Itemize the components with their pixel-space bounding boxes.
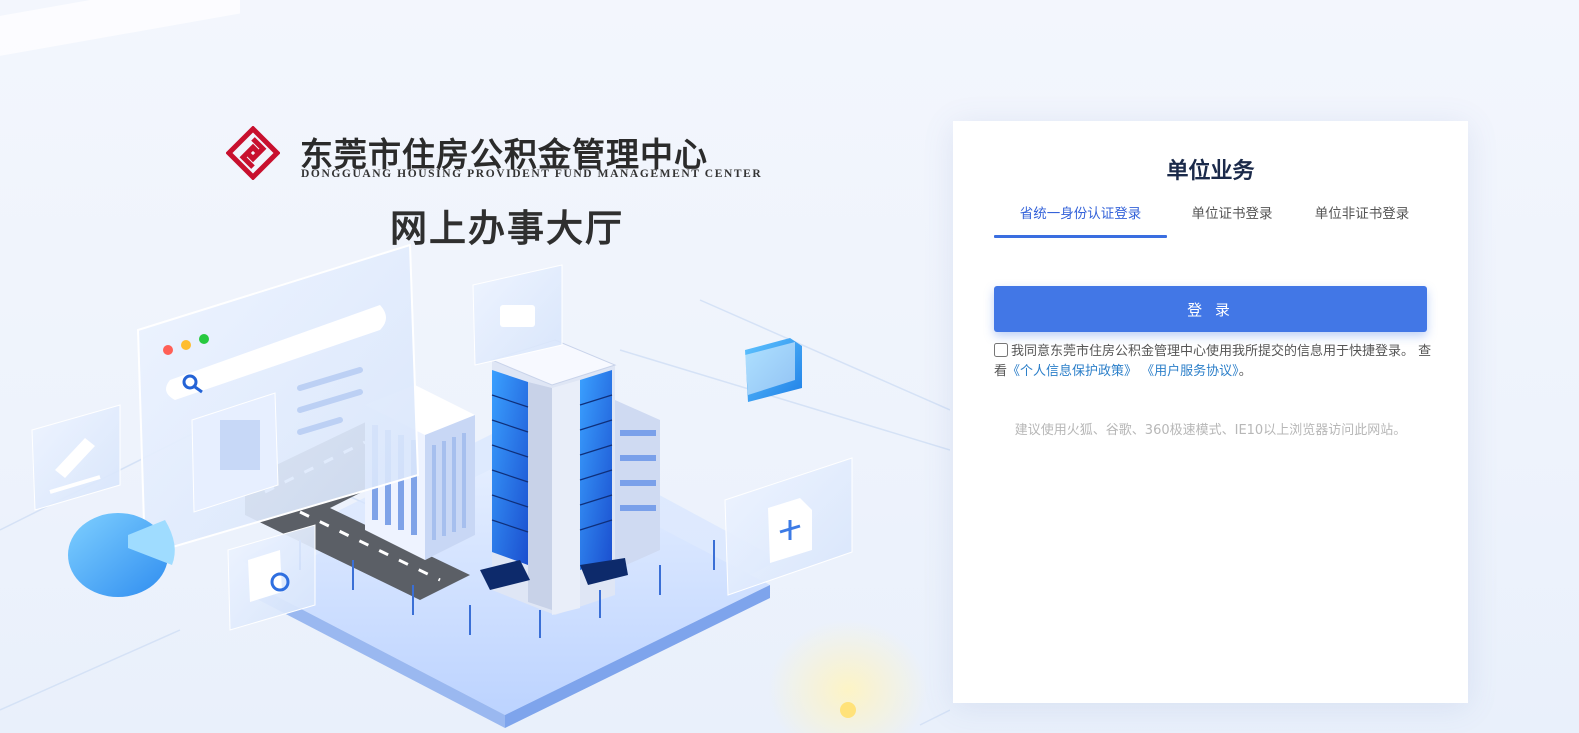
pie-chart-icon (68, 513, 175, 597)
browser-hint: 建议使用火狐、谷歌、360极速模式、IE10以上浏览器访问此网站。 (1014, 423, 1407, 438)
pen-icon (31, 404, 121, 511)
lightbulb-icon (768, 620, 928, 733)
card-title: 单位业务 (1166, 159, 1255, 184)
logo-icon (226, 126, 280, 180)
login-button[interactable]: 登 录 (994, 286, 1427, 332)
document-add-icon (724, 457, 853, 596)
agreement-end: 。 (1238, 364, 1252, 379)
active-tab-indicator (994, 235, 1167, 238)
privacy-policy-link[interactable]: 《个人信息保护政策》 (1007, 364, 1137, 379)
tab-non-certificate-login[interactable]: 单位非证书登录 (1302, 201, 1422, 239)
folder-icon (745, 338, 802, 402)
brand-header: 东莞市住房公积金管理中心 DONGGUANG HOUSING PROVIDENT… (226, 126, 761, 186)
login-tabs: 省统一身份认证登录 单位证书登录 单位非证书登录 (994, 201, 1427, 241)
agreement-checkbox[interactable] (994, 343, 1008, 357)
login-card: 单位业务 省统一身份认证登录 单位证书登录 单位非证书登录 登 录 我同意东莞市… (953, 121, 1468, 703)
city-illustration (0, 243, 950, 733)
agreement-section: 我同意东莞市住房公积金管理中心使用我所提交的信息用于快捷登录。 查看《个人信息保… (994, 342, 1434, 382)
brand-name-en: DONGGUANG HOUSING PROVIDENT FUND MANAGEM… (301, 168, 763, 180)
tab-provincial-auth[interactable]: 省统一身份认证登录 (994, 201, 1167, 239)
background-decoration (0, 0, 240, 67)
tab-certificate-login[interactable]: 单位证书登录 (1177, 201, 1287, 239)
user-service-agreement-link[interactable]: 《用户服务协议》 (1141, 364, 1239, 379)
